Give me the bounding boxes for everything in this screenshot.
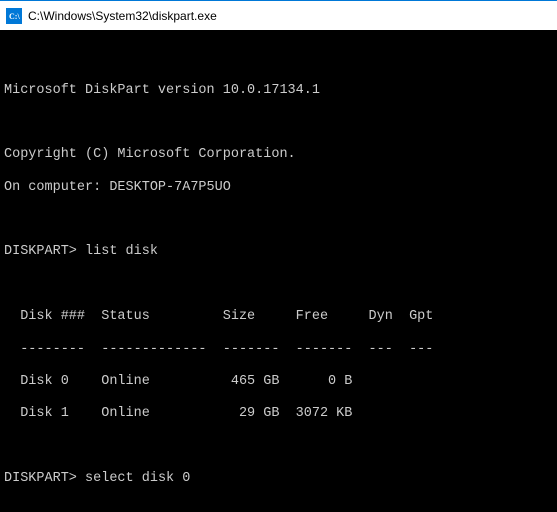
blank-line	[4, 212, 553, 228]
version-line: Microsoft DiskPart version 10.0.17134.1	[4, 83, 553, 99]
blank-line	[4, 115, 553, 131]
prompt-line: DISKPART> list disk	[4, 244, 553, 260]
blank-line	[4, 277, 553, 293]
blank-line	[4, 50, 553, 66]
table-row: Disk 0 Online 465 GB 0 B	[4, 374, 553, 390]
window-title: C:\Windows\System32\diskpart.exe	[28, 9, 217, 23]
prompt-line: DISKPART> select disk 0	[4, 471, 553, 487]
svg-text:C:\: C:\	[9, 12, 20, 21]
command-input: list disk	[85, 244, 158, 259]
command-input: select disk 0	[85, 471, 190, 486]
copyright-line: Copyright (C) Microsoft Corporation.	[4, 147, 553, 163]
computer-line: On computer: DESKTOP-7A7P5UO	[4, 180, 553, 196]
cmd-icon: C:\	[6, 8, 22, 24]
blank-line	[4, 439, 553, 455]
table-row: Disk 1 Online 29 GB 3072 KB	[4, 406, 553, 422]
disk-table-divider: -------- ------------- ------- ------- -…	[4, 342, 553, 358]
terminal-output[interactable]: Microsoft DiskPart version 10.0.17134.1 …	[0, 30, 557, 512]
prompt: DISKPART>	[4, 471, 77, 486]
disk-table-header: Disk ### Status Size Free Dyn Gpt	[4, 309, 553, 325]
window-titlebar[interactable]: C:\ C:\Windows\System32\diskpart.exe	[0, 0, 557, 30]
prompt: DISKPART>	[4, 244, 77, 259]
blank-line	[4, 503, 553, 512]
